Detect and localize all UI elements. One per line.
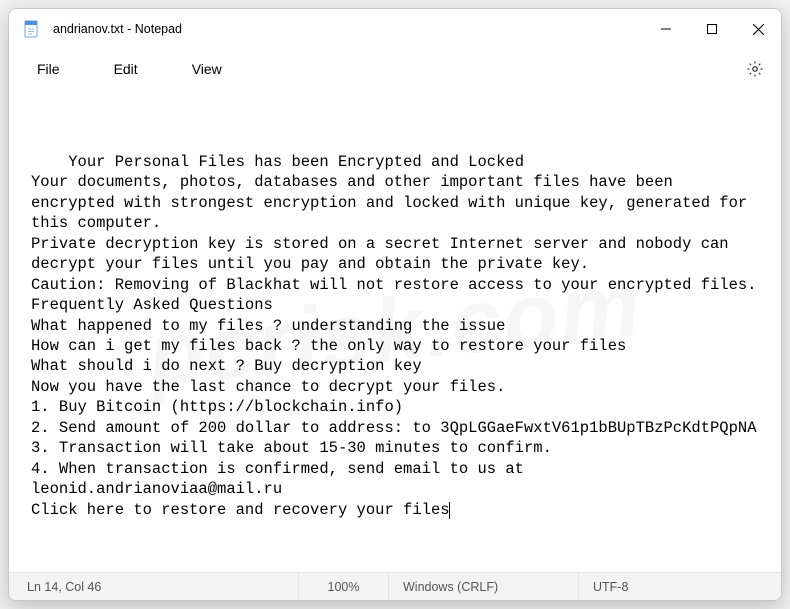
maximize-button[interactable]: [689, 9, 735, 49]
status-zoom[interactable]: 100%: [299, 573, 389, 600]
window-controls: [643, 9, 781, 49]
menu-bar: File Edit View: [9, 49, 781, 89]
title-bar[interactable]: andrianov.txt - Notepad: [9, 9, 781, 49]
status-eol: Windows (CRLF): [389, 573, 579, 600]
document-text: Your Personal Files has been Encrypted a…: [31, 153, 757, 519]
notepad-icon: [23, 19, 39, 39]
status-bar: Ln 14, Col 46 100% Windows (CRLF) UTF-8: [9, 572, 781, 600]
menu-view[interactable]: View: [184, 55, 230, 83]
window-title: andrianov.txt - Notepad: [53, 22, 182, 36]
menu-file[interactable]: File: [29, 55, 68, 83]
settings-button[interactable]: [745, 59, 765, 79]
text-caret: [449, 502, 450, 519]
minimize-button[interactable]: [643, 9, 689, 49]
status-cursor: Ln 14, Col 46: [9, 573, 299, 600]
close-button[interactable]: [735, 9, 781, 49]
notepad-window: andrianov.txt - Notepad File Edit View: [8, 8, 782, 601]
menu-edit[interactable]: Edit: [106, 55, 146, 83]
text-editor[interactable]: pcrisk.com Your Personal Files has been …: [9, 89, 781, 572]
status-encoding: UTF-8: [579, 573, 781, 600]
